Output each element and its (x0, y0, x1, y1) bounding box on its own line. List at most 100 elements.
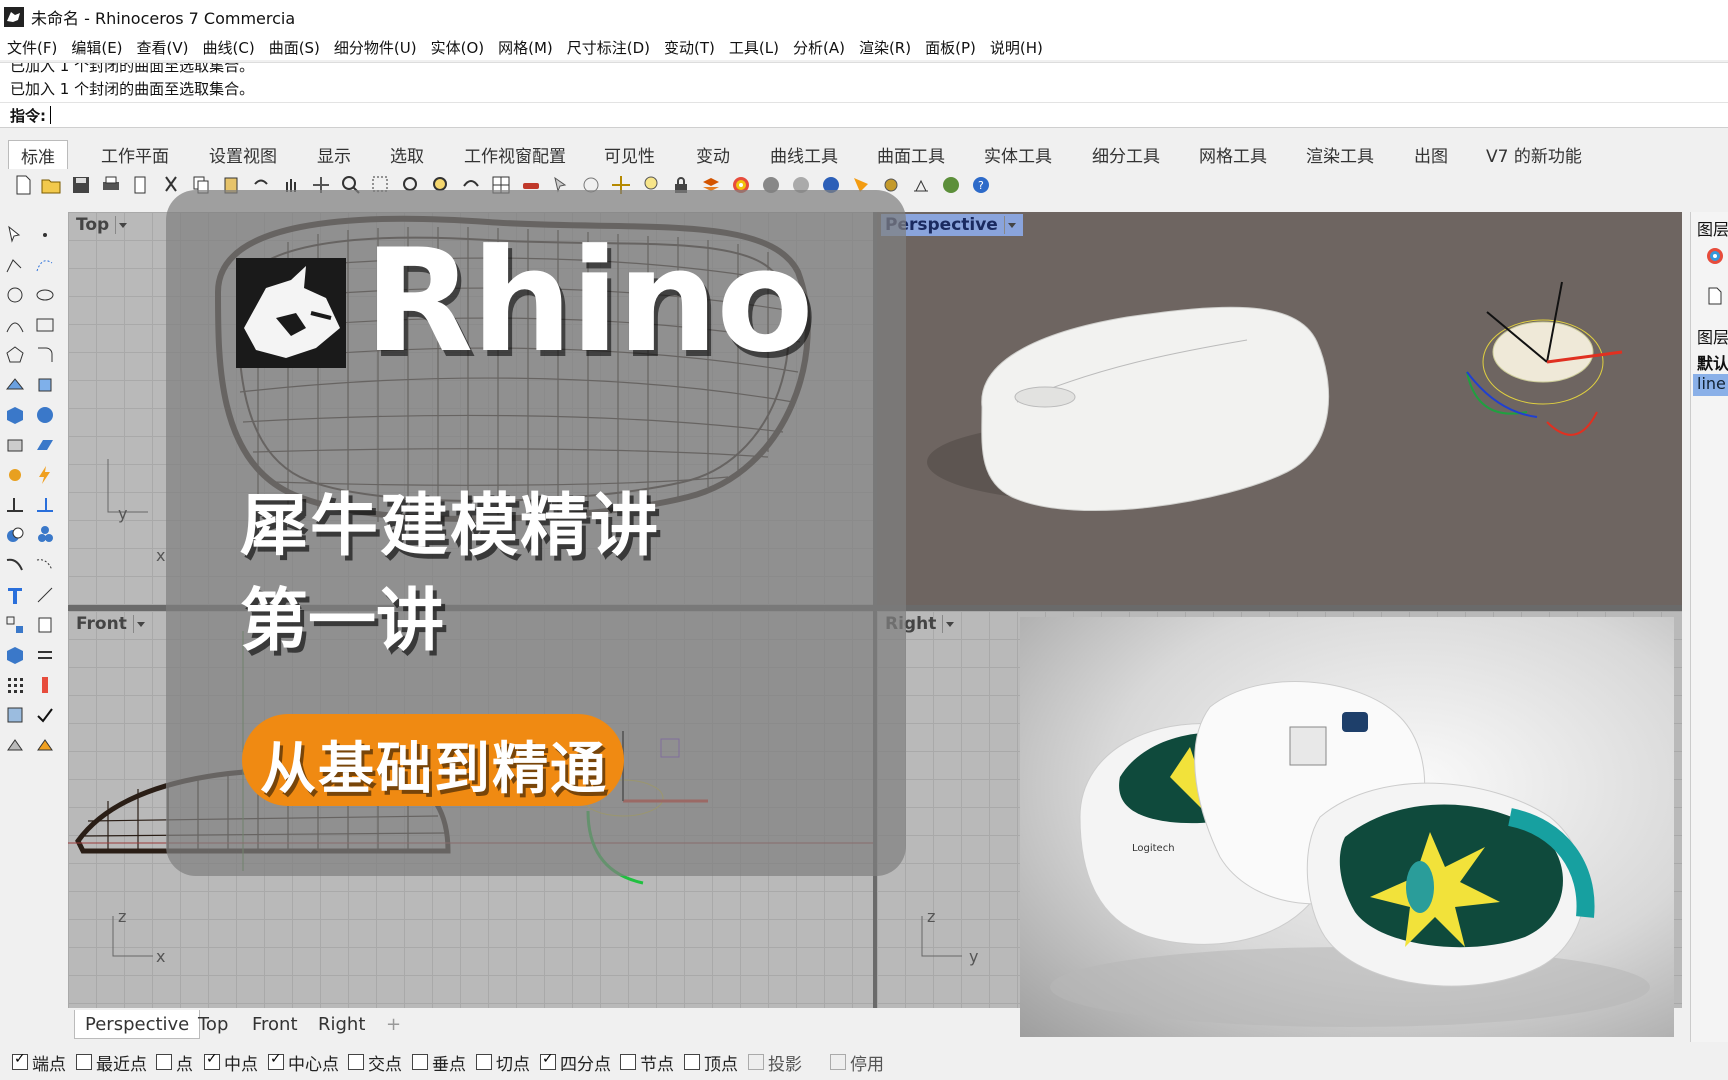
split-icon[interactable] (34, 494, 56, 516)
surface-icon[interactable] (4, 374, 26, 396)
open-file-icon[interactable] (40, 174, 62, 196)
menu-subd[interactable]: 细分物件(U) (327, 37, 424, 58)
text-icon[interactable] (4, 584, 26, 606)
polyline-icon[interactable] (4, 254, 26, 276)
boolean-union-icon[interactable] (4, 524, 26, 546)
menu-curve[interactable]: 曲线(C) (196, 37, 262, 58)
osnap-tangent[interactable]: 切点 (476, 1050, 530, 1075)
array-icon[interactable] (4, 674, 26, 696)
chevron-down-icon[interactable] (1003, 216, 1019, 234)
tab-curve-tools[interactable]: 曲线工具 (770, 140, 838, 168)
viewport-label-front[interactable]: Front (72, 613, 152, 635)
menu-dimension[interactable]: 尺寸标注(D) (560, 37, 657, 58)
checkbox[interactable] (268, 1051, 284, 1070)
osnap-perpendicular[interactable]: 垂点 (412, 1050, 466, 1075)
block-icon[interactable] (34, 614, 56, 636)
document-properties-icon[interactable] (130, 174, 152, 196)
vptab-front[interactable]: Front (252, 1014, 298, 1035)
explode-icon[interactable] (4, 464, 26, 486)
osnap-knot[interactable]: 节点 (620, 1050, 674, 1075)
tab-subd-tools[interactable]: 细分工具 (1092, 140, 1160, 168)
vptab-top[interactable]: Top (198, 1014, 228, 1035)
ellipse-icon[interactable] (34, 284, 56, 306)
osnap-end[interactable]: 端点 (12, 1050, 66, 1075)
add-viewport-tab-icon[interactable]: + (386, 1014, 401, 1035)
fillet-icon[interactable] (34, 344, 56, 366)
checkbox[interactable] (156, 1054, 172, 1070)
osnap-quad[interactable]: 四分点 (540, 1050, 611, 1075)
menu-edit[interactable]: 编辑(E) (64, 37, 129, 58)
arc-icon[interactable] (4, 314, 26, 336)
command-input-caret[interactable] (50, 106, 51, 124)
grasshopper-icon[interactable] (910, 174, 932, 196)
color-wheel-icon[interactable] (1705, 246, 1725, 266)
material-icon[interactable] (34, 734, 56, 756)
cut-icon[interactable] (160, 174, 182, 196)
menu-surface[interactable]: 曲面(S) (262, 37, 327, 58)
menu-tools[interactable]: 工具(L) (722, 37, 786, 58)
menu-mesh[interactable]: 网格(M) (491, 37, 560, 58)
tab-select[interactable]: 选取 (390, 140, 424, 168)
checkbox[interactable] (204, 1051, 220, 1070)
osnap-center[interactable]: 中心点 (268, 1050, 339, 1075)
tab-set-view[interactable]: 设置视图 (209, 140, 277, 168)
help-icon[interactable]: ? (970, 174, 992, 196)
osnap-vertex[interactable]: 顶点 (684, 1050, 738, 1075)
rebuild-icon[interactable] (4, 554, 26, 576)
osnap-disable[interactable]: 停用 (830, 1050, 884, 1075)
polygon-icon[interactable] (4, 344, 26, 366)
checkbox[interactable] (540, 1051, 556, 1070)
menu-file[interactable]: 文件(F) (0, 37, 64, 58)
checkbox[interactable] (76, 1054, 92, 1070)
panel-title[interactable]: 图层 (1697, 216, 1728, 240)
tab-mesh-tools[interactable]: 网格工具 (1199, 140, 1267, 168)
select-arrow-icon[interactable] (4, 224, 26, 246)
tab-surface-tools[interactable]: 曲面工具 (877, 140, 945, 168)
command-line[interactable]: 指令: (0, 102, 1728, 128)
point-icon[interactable] (34, 224, 56, 246)
sphere-icon[interactable] (34, 404, 56, 426)
menu-analyze[interactable]: 分析(A) (786, 37, 852, 58)
tab-display[interactable]: 显示 (317, 140, 351, 168)
chevron-down-icon[interactable] (942, 615, 957, 633)
checkbox[interactable] (620, 1054, 636, 1070)
rectangle-icon[interactable] (34, 314, 56, 336)
checkbox[interactable] (830, 1054, 846, 1070)
viewport-label-top[interactable]: Top (72, 214, 134, 236)
plane-icon[interactable] (34, 434, 56, 456)
vptab-right[interactable]: Right (318, 1014, 365, 1035)
tab-standard[interactable]: 标准 (8, 140, 68, 169)
box-icon[interactable] (4, 404, 26, 426)
checkbox[interactable] (684, 1054, 700, 1070)
tab-viewport-layout[interactable]: 工作视窗配置 (464, 140, 566, 168)
dimension-icon[interactable] (34, 584, 56, 606)
save-icon[interactable] (70, 174, 92, 196)
trim-icon[interactable] (4, 494, 26, 516)
extrude-icon[interactable] (34, 374, 56, 396)
osnap-mid[interactable]: 中点 (204, 1050, 258, 1075)
render-icon[interactable] (4, 734, 26, 756)
globe-icon[interactable] (940, 174, 962, 196)
osnap-intersection[interactable]: 交点 (348, 1050, 402, 1075)
viewport-perspective[interactable]: Perspective (877, 212, 1682, 605)
osnap-project[interactable]: 投影 (748, 1050, 802, 1075)
chevron-down-icon[interactable] (115, 216, 130, 234)
checkbox[interactable] (412, 1054, 428, 1070)
tab-transform[interactable]: 变动 (696, 140, 730, 168)
osnap-point[interactable]: 点 (156, 1050, 193, 1075)
menu-render[interactable]: 渲染(R) (852, 37, 918, 58)
chevron-down-icon[interactable] (132, 615, 148, 633)
osnap-near[interactable]: 最近点 (76, 1050, 147, 1075)
boolean-difference-icon[interactable] (34, 524, 56, 546)
tab-v7-new[interactable]: V7 的新功能 (1486, 140, 1582, 168)
tab-render-tools[interactable]: 渲染工具 (1306, 140, 1374, 168)
vptab-perspective[interactable]: Perspective (74, 1010, 201, 1039)
new-layer-icon[interactable] (1707, 286, 1723, 306)
group-icon[interactable] (4, 614, 26, 636)
menu-panels[interactable]: 面板(P) (918, 37, 983, 58)
tab-visibility[interactable]: 可见性 (604, 140, 655, 168)
cylinder-icon[interactable] (4, 434, 26, 456)
check-icon[interactable] (34, 704, 56, 726)
menu-help[interactable]: 说明(H) (983, 37, 1050, 58)
align-icon[interactable] (34, 644, 56, 666)
